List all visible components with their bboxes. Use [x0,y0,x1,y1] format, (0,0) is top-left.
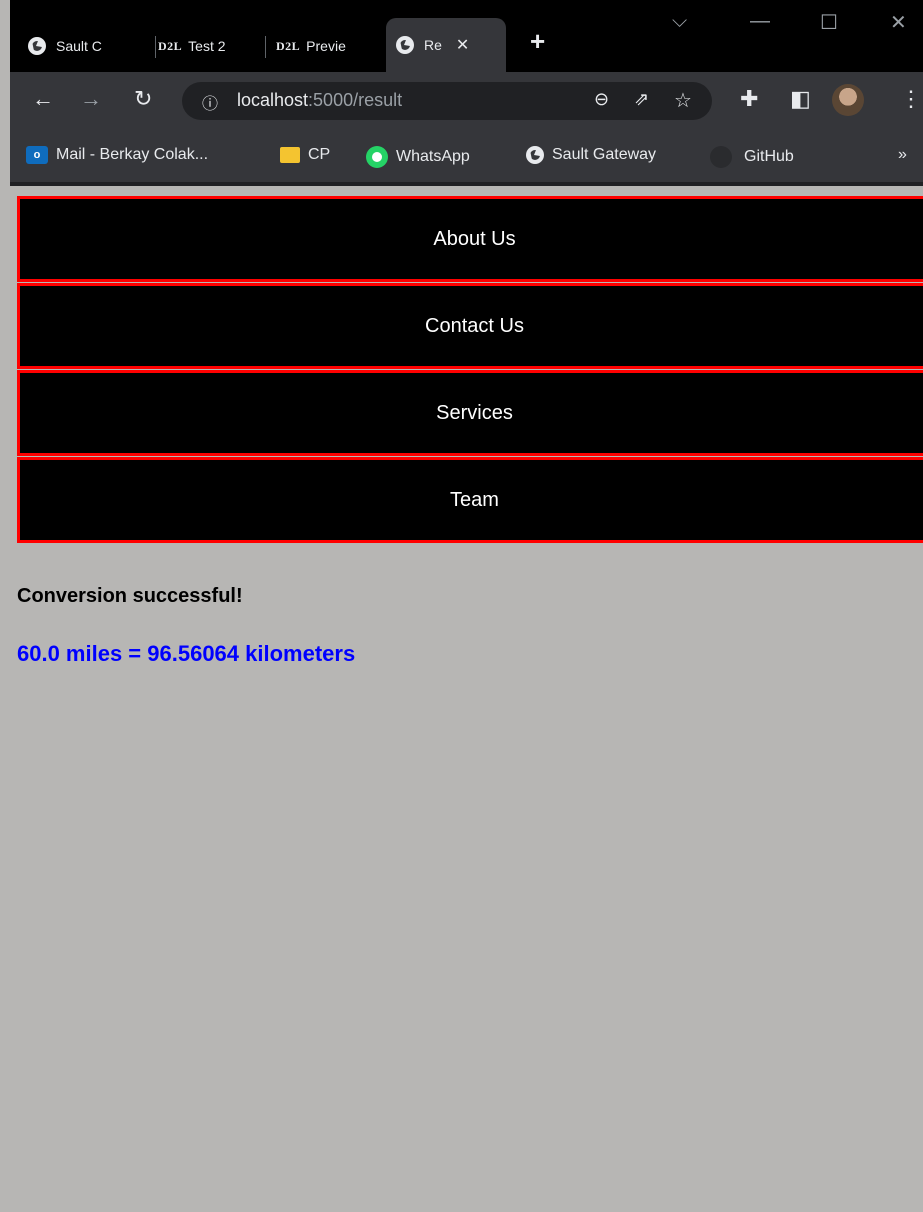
toolbar: ← → ↻ ⓘ localhost:5000/result ⊖ ⇗ ☆ ✚ ◧ … [10,72,923,130]
forward-icon[interactable]: → [80,86,102,112]
bookmark-label: CP [308,146,331,163]
bookmark-cp[interactable]: CP [280,146,330,164]
close-window-icon[interactable]: ✕ [890,10,907,35]
bookmarks-bar: o Mail - Berkay Colak... CP WhatsApp Sau… [10,130,923,182]
nav-link-team[interactable]: Team [17,457,923,543]
tab-label: Previe [306,38,346,54]
bookmark-label: WhatsApp [396,148,470,165]
bookmark-mail[interactable]: o Mail - Berkay Colak... [26,146,208,164]
outlook-icon: o [26,146,48,164]
bookmark-label: Mail - Berkay Colak... [56,146,209,163]
tab-strip: Sault C D2L Test 2 D2L Previe Re ✕ + ⌵ —… [10,0,923,72]
success-message: Conversion successful! [17,585,243,607]
zoom-icon[interactable]: ⊖ [594,89,609,110]
conversion-result: 60.0 miles = 96.56064 kilometers [17,641,356,666]
bookmark-label: Sault Gateway [552,146,657,163]
bookmark-github[interactable]: GitHub [710,146,794,168]
url-text[interactable]: localhost:5000/result [237,90,402,111]
side-panel-icon[interactable]: ◧ [790,86,811,112]
nav-link-contact-us[interactable]: Contact Us [17,283,923,369]
tab-label: Test 2 [188,38,226,54]
page-content: About Us Contact Us Services Team Conver… [10,186,923,1212]
close-tab-icon[interactable]: ✕ [456,35,469,55]
tab-sault[interactable]: Sault C [28,26,156,66]
new-tab-button[interactable]: + [530,26,545,57]
maximize-icon[interactable]: ☐ [820,10,838,35]
globe-icon [28,37,46,55]
avatar[interactable] [832,84,864,116]
d2l-icon: D2L [158,38,183,53]
extensions-icon[interactable]: ✚ [740,86,758,112]
globe-icon [396,36,414,54]
tab-preview[interactable]: D2L Previe [276,26,386,66]
tab-label: Re [424,37,442,53]
folder-icon [280,147,300,163]
github-icon [710,146,732,168]
info-icon[interactable]: ⓘ [202,90,218,114]
bookmark-star-icon[interactable]: ☆ [674,88,692,113]
tab-test2[interactable]: D2L Test 2 [158,26,266,66]
more-bookmarks-button[interactable]: » [898,146,907,164]
bookmark-sault-gateway[interactable]: Sault Gateway [526,146,656,164]
bookmark-whatsapp[interactable]: WhatsApp [366,146,470,168]
whatsapp-icon [366,146,388,168]
nav-menu: About Us Contact Us Services Team [17,196,923,544]
browser-chrome: Sault C D2L Test 2 D2L Previe Re ✕ + ⌵ —… [10,0,923,186]
nav-link-about-us[interactable]: About Us [17,196,923,282]
back-icon[interactable]: ← [32,86,54,112]
address-bar[interactable]: ⓘ localhost:5000/result ⊖ ⇗ ☆ [182,82,712,120]
tab-result[interactable]: Re ✕ [386,18,506,72]
nav-link-services[interactable]: Services [17,370,923,456]
d2l-icon: D2L [276,38,301,53]
minimize-icon[interactable]: — [750,10,770,33]
share-icon[interactable]: ⇗ [634,89,649,110]
bookmark-label: GitHub [744,148,794,165]
menu-icon[interactable]: ⋮ [900,86,922,112]
globe-icon [526,146,544,164]
tab-search-icon[interactable]: ⌵ [672,10,687,33]
tab-label: Sault C [56,38,102,54]
reload-icon[interactable]: ↻ [134,86,152,112]
